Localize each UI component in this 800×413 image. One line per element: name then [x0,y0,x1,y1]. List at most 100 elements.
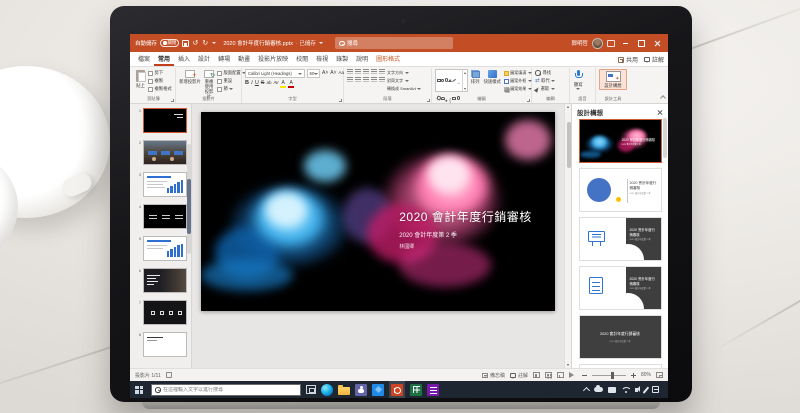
saved-status[interactable]: 已儲存 [296,39,316,47]
edge-icon[interactable] [321,384,333,396]
design-idea-6[interactable] [579,364,662,368]
canvas-scroll-up-icon[interactable] [567,106,569,108]
underline-button[interactable] [255,81,259,87]
replace-button[interactable]: 取代 [535,78,555,84]
slide-title[interactable]: 2020 會計年度行銷審核 [399,208,532,225]
find-button[interactable]: 尋找 [535,70,555,76]
tab-design[interactable]: 設計 [194,52,214,66]
quick-access-caret-icon[interactable] [212,42,216,44]
tab-insert[interactable]: 插入 [174,52,194,66]
shape-effects-button[interactable]: 圖案效果 [504,86,532,92]
shapes-scroll-up-icon[interactable] [464,72,466,74]
text-direction-button[interactable]: 文字方向 [387,70,421,76]
comments-button[interactable]: 註解 [644,55,664,64]
font-name-select[interactable]: Calibri Light (Headings) [245,69,305,78]
zoom-out-button[interactable] [582,375,587,376]
user-name[interactable]: 鄭明哲 [571,39,588,47]
design-idea-1[interactable]: 2020 會計年度行銷審核 2020 會計年度第 2 季 [579,119,662,163]
tab-animations[interactable]: 動畫 [234,52,254,66]
notes-button[interactable]: 備忘稿 [482,372,505,379]
canvas-scrollbar-thumb[interactable] [567,122,571,168]
shape-outline-button[interactable]: 圖案外框 [504,78,532,84]
justify-icon[interactable] [371,77,377,82]
slide-thumbnail-6[interactable] [143,268,187,293]
tab-record[interactable]: 錄製 [332,52,352,66]
design-ideas-button[interactable]: 設計構想 [599,69,627,90]
drawing-dialog-launcher[interactable] [527,99,530,102]
design-idea-2[interactable]: 2020 會計年度行銷審核 2020 會計年度第 2 季 [579,168,662,212]
shape-rounded-rectangle-icon[interactable] [441,79,445,82]
shape-rectangle-icon[interactable] [437,79,441,82]
bold-button[interactable] [245,81,249,87]
zoom-in-button[interactable] [631,373,636,378]
start-button[interactable] [132,383,146,397]
slide-thumbnail-4[interactable] [143,204,187,229]
thumbnail-scrollbar[interactable] [187,144,191,254]
normal-view-button[interactable] [533,372,540,378]
wifi-icon[interactable] [621,387,630,393]
thumbnail-scrollbar-thumb[interactable] [187,179,191,234]
slide-author[interactable]: 林國卿 [399,243,532,250]
copy-button[interactable]: 複製 [148,78,172,84]
tab-transitions[interactable]: 轉場 [214,52,234,66]
accessibility-checker-icon[interactable] [166,372,172,378]
zoom-slider-thumb[interactable] [611,372,614,379]
show-hidden-icons-icon[interactable] [583,387,590,394]
increase-indent-icon[interactable] [371,69,377,74]
align-text-button[interactable]: 對齊文字 [387,78,421,84]
font-dialog-launcher[interactable] [339,99,342,102]
autosave-toggle[interactable]: 關閉 [160,39,179,47]
design-panel-scrollbar[interactable] [663,118,667,158]
slide-sorter-view-button[interactable] [545,372,552,378]
align-center-icon[interactable] [355,77,361,82]
quick-styles-button[interactable]: 快速樣式 [483,69,502,85]
character-spacing-button[interactable] [274,81,279,87]
tab-slideshow[interactable]: 投影片放映 [254,52,292,66]
slide-thumbnail-7[interactable] [143,300,187,325]
slide-thumbnail-8[interactable] [143,332,187,357]
design-idea-5[interactable]: 2020 會計年度行銷審核 2020 會計年度第 2 季 [579,315,662,359]
smartart-button[interactable]: 轉換成 SmartArt [387,86,421,92]
slideshow-view-button[interactable] [569,372,577,378]
numbering-icon[interactable] [355,69,361,74]
maximize-button[interactable] [635,36,647,50]
statusbar-comments-button[interactable]: 註解 [510,372,528,379]
close-button[interactable] [651,36,663,50]
canvas-scrollbar[interactable] [564,104,571,368]
shrink-font-button[interactable] [330,71,336,77]
slide-thumbnail-1[interactable] [143,108,187,133]
file-explorer-icon[interactable] [338,384,350,396]
tab-shape-format[interactable]: 圖形格式 [372,52,404,66]
onedrive-icon[interactable] [594,387,603,392]
volume-icon[interactable] [635,388,638,392]
tray-folder-icon[interactable] [608,387,616,393]
font-color-button[interactable]: A [288,81,294,88]
slide-subtitle[interactable]: 2020 會計年度第 2 季 [399,230,532,239]
powerpoint-taskbar-button[interactable] [389,381,405,398]
zoom-level[interactable]: 80% [641,372,651,378]
zoom-slider[interactable] [592,375,626,376]
clipboard-dialog-launcher[interactable] [171,99,174,102]
excel-icon[interactable] [410,384,422,396]
shapes-gallery-scrollbar[interactable] [462,70,467,91]
avatar[interactable] [592,38,603,49]
shape-fill-button[interactable]: 圖案填滿 [504,70,532,76]
tab-review[interactable]: 校閱 [292,52,312,66]
cut-button[interactable]: 剪下 [148,70,172,76]
design-idea-4[interactable]: 2020 會計年度行銷審核 2020 會計年度第 2 季 [579,266,662,310]
search-box[interactable]: 搜尋 [335,37,453,49]
title-caret-icon[interactable] [319,42,323,44]
photos-icon[interactable] [372,384,384,396]
onenote-icon[interactable] [427,384,439,396]
decrease-indent-icon[interactable] [363,69,369,74]
minimize-button[interactable] [619,36,631,50]
shapes-scroll-down-icon[interactable] [464,88,466,90]
columns-icon[interactable] [379,77,385,82]
bullets-icon[interactable] [347,69,353,74]
redo-icon[interactable] [202,40,209,47]
taskbar-search-box[interactable] [151,384,301,396]
dictate-button[interactable]: 聽寫 [573,69,584,91]
fit-slide-to-window-button[interactable] [656,372,663,378]
slide-thumbnail-2[interactable] [143,140,187,165]
slide-thumbnail-3[interactable] [143,172,187,197]
